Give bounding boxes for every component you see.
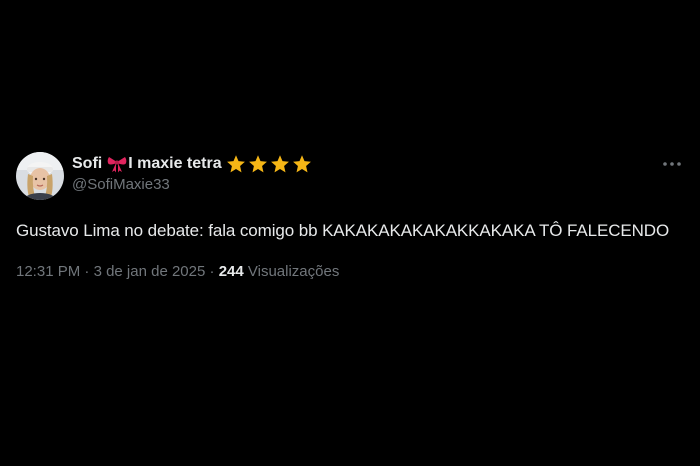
- display-name-suffix[interactable]: I maxie tetra: [128, 154, 221, 174]
- display-name[interactable]: Sofi: [72, 154, 102, 174]
- tweet-time[interactable]: 12:31 PM: [16, 263, 80, 280]
- star-icon: [248, 155, 267, 173]
- display-name-row[interactable]: Sofi I maxie tetra: [72, 154, 312, 174]
- star-icon: [270, 155, 289, 173]
- tweet-metadata: 12:31 PM · 3 de jan de 2025 · 244 Visual…: [16, 262, 688, 282]
- tweet-text: Gustavo Lima no debate: fala comigo bb K…: [16, 221, 670, 240]
- user-handle[interactable]: @SofiMaxie33: [72, 175, 312, 195]
- views-count: 244: [218, 263, 244, 280]
- meta-separator: ·: [84, 263, 90, 280]
- star-icon: [226, 155, 245, 173]
- tweet-header: Sofi I maxie tetra @SofiMaxie33: [16, 150, 688, 202]
- more-options-icon[interactable]: [660, 156, 684, 172]
- meta-separator: ·: [209, 263, 215, 280]
- avatar[interactable]: [16, 152, 64, 200]
- tweet-card: Sofi I maxie tetra @SofiMaxie33 Gustavo …: [16, 150, 688, 282]
- star-badges: [226, 154, 312, 174]
- author-identity: Sofi I maxie tetra @SofiMaxie33: [72, 150, 312, 195]
- avatar-image: [16, 152, 64, 200]
- tweet-date[interactable]: 3 de jan de 2025: [94, 263, 206, 280]
- views-label: Visualizações: [247, 263, 340, 280]
- ribbon-bow-icon: [107, 155, 127, 173]
- star-icon: [292, 155, 311, 173]
